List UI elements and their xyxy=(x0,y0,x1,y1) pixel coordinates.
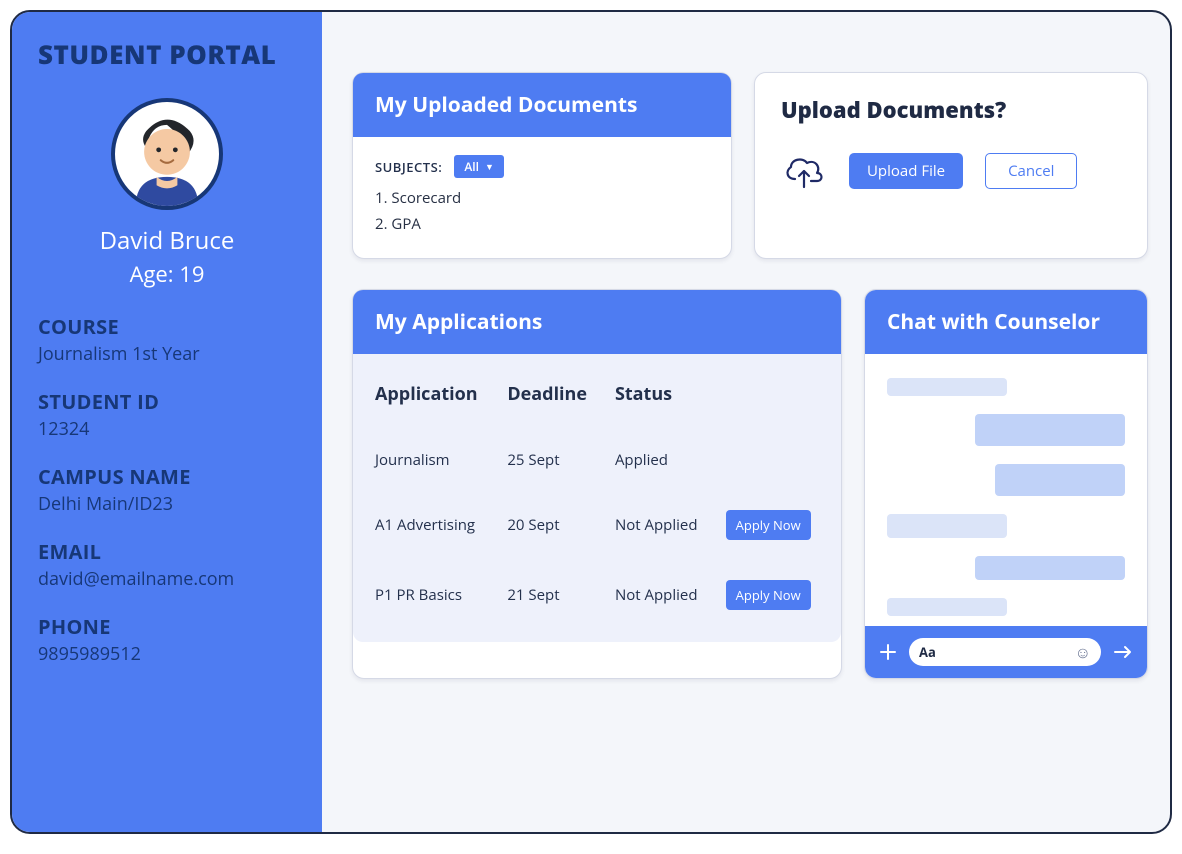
avatar xyxy=(111,98,223,210)
profile-section: David Bruce Age: 19 xyxy=(38,98,296,289)
chat-message-sent xyxy=(975,556,1125,580)
avatar-illustration xyxy=(115,102,219,206)
chat-input-bar: Aa ☺ xyxy=(865,626,1147,678)
subjects-filter-label: All xyxy=(464,158,479,175)
campus-value: Delhi Main/ID23 xyxy=(38,492,296,516)
student-id-value: 12324 xyxy=(38,417,296,441)
campus-label: CAMPUS NAME xyxy=(38,463,296,490)
apply-now-button[interactable]: Apply Now xyxy=(726,580,811,610)
email-value: david@emailname.com xyxy=(38,567,296,591)
cell-deadline: 21 Sept xyxy=(497,560,605,630)
emoji-icon[interactable]: ☺ xyxy=(1075,641,1091,663)
upload-title: Upload Documents? xyxy=(781,95,1121,125)
student-id-label: STUDENT ID xyxy=(38,388,296,415)
cell-application: P1 PR Basics xyxy=(365,560,497,630)
student-age: Age: 19 xyxy=(130,259,205,289)
applications-title: My Applications xyxy=(353,290,841,354)
sidebar-title: STUDENT PORTAL xyxy=(38,36,296,72)
upload-file-button[interactable]: Upload File xyxy=(849,153,963,189)
chat-message-received xyxy=(887,598,1007,616)
attach-plus-icon[interactable] xyxy=(879,643,897,661)
applications-card: My Applications Application Deadline Sta… xyxy=(352,289,842,679)
main-content: My Uploaded Documents SUBJECTS: All ▼ 1.… xyxy=(322,12,1170,832)
col-deadline: Deadline xyxy=(497,366,605,430)
col-application: Application xyxy=(365,366,497,430)
cell-action: Apply Now xyxy=(716,490,829,560)
chat-text-input[interactable]: Aa ☺ xyxy=(909,638,1101,666)
col-status: Status xyxy=(605,366,716,430)
subjects-label: SUBJECTS: xyxy=(375,158,442,176)
send-arrow-icon[interactable] xyxy=(1113,644,1133,660)
cell-status: Not Applied xyxy=(605,490,716,560)
cell-deadline: 20 Sept xyxy=(497,490,605,560)
student-name: David Bruce xyxy=(100,224,235,257)
uploaded-documents-card: My Uploaded Documents SUBJECTS: All ▼ 1.… xyxy=(352,72,732,259)
document-list: 1. Scorecard 2. GPA xyxy=(375,188,709,234)
chevron-down-icon: ▼ xyxy=(485,160,494,173)
chat-message-sent xyxy=(975,414,1125,446)
phone-value: 9895989512 xyxy=(38,642,296,666)
apply-now-button[interactable]: Apply Now xyxy=(726,510,811,540)
phone-label: PHONE xyxy=(38,613,296,640)
table-row: A1 Advertising20 SeptNot Applied Apply No… xyxy=(365,490,829,560)
col-action xyxy=(716,366,829,430)
chat-card: Chat with Counselor Aa ☺ xyxy=(864,289,1148,679)
chat-input-placeholder: Aa xyxy=(919,643,936,661)
cell-deadline: 25 Sept xyxy=(497,430,605,490)
cell-action: Apply Now xyxy=(716,560,829,630)
sidebar: STUDENT PORTAL David Bruce Age: 19 COURS… xyxy=(12,12,322,832)
table-row: Journalism25 SeptApplied xyxy=(365,430,829,490)
cloud-upload-icon xyxy=(781,151,827,191)
subjects-filter-dropdown[interactable]: All ▼ xyxy=(454,155,504,178)
uploaded-documents-title: My Uploaded Documents xyxy=(353,73,731,137)
cell-status: Not Applied xyxy=(605,560,716,630)
document-item: 1. Scorecard xyxy=(375,188,709,208)
course-value: Journalism 1st Year xyxy=(38,342,296,366)
chat-message-sent xyxy=(995,464,1125,496)
document-item: 2. GPA xyxy=(375,214,709,234)
profile-info: COURSE Journalism 1st Year STUDENT ID 12… xyxy=(38,313,296,666)
email-label: EMAIL xyxy=(38,538,296,565)
cell-action xyxy=(716,430,829,490)
upload-documents-card: Upload Documents? Upload File Cancel xyxy=(754,72,1148,259)
applications-table: Application Deadline Status Journalism25… xyxy=(365,366,829,630)
cell-status: Applied xyxy=(605,430,716,490)
chat-title: Chat with Counselor xyxy=(865,290,1147,354)
course-label: COURSE xyxy=(38,313,296,340)
chat-message-received xyxy=(887,514,1007,538)
cancel-button[interactable]: Cancel xyxy=(985,153,1077,189)
table-row: P1 PR Basics21 SeptNot Applied Apply Now xyxy=(365,560,829,630)
chat-message-received xyxy=(887,378,1007,396)
chat-messages xyxy=(865,354,1147,626)
app-frame: STUDENT PORTAL David Bruce Age: 19 COURS… xyxy=(10,10,1172,834)
cell-application: Journalism xyxy=(365,430,497,490)
cell-application: A1 Advertising xyxy=(365,490,497,560)
